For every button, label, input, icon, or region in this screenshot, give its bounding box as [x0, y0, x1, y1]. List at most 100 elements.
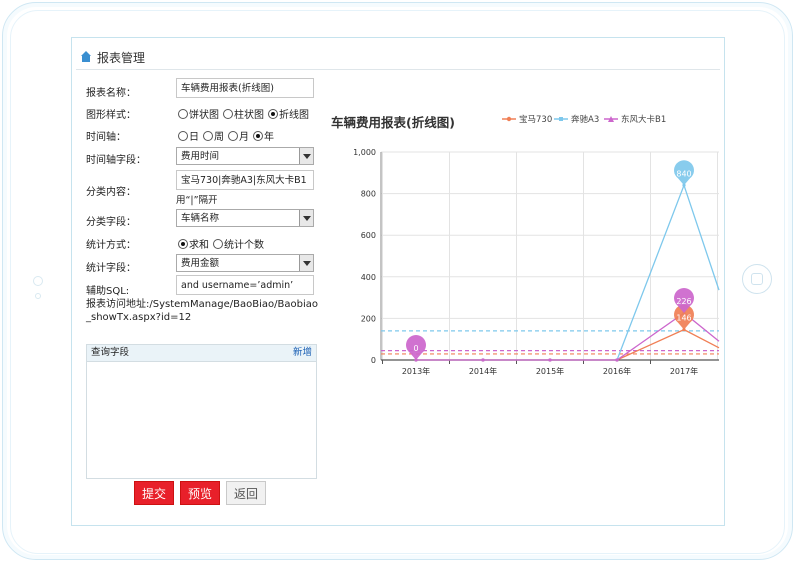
radio-year[interactable]: 年 — [253, 128, 274, 143]
add-query-field-link[interactable]: 新增 — [293, 345, 312, 361]
radio-month-label: 月 — [239, 132, 249, 143]
chart-style-radios: 饼状图 柱状图 折线图 — [178, 106, 309, 121]
chevron-down-icon[interactable] — [299, 210, 313, 226]
data-point — [481, 358, 485, 362]
radio-count[interactable]: 统计个数 — [213, 236, 264, 251]
y-tick-label: 0 — [371, 356, 376, 365]
query-fields-box: 查询字段 新增 — [86, 344, 317, 479]
stat-field-select[interactable]: 费用金额 — [176, 254, 314, 272]
radio-week[interactable]: 周 — [203, 128, 224, 143]
legend-label-1: 奔驰A3 — [571, 115, 600, 125]
radio-day-circle[interactable] — [178, 130, 188, 141]
sensor-dot — [35, 293, 41, 299]
query-fields-header: 查询字段 新增 — [87, 345, 316, 362]
radio-line[interactable]: 折线图 — [268, 106, 309, 121]
x-tick-label: 2016年 — [603, 366, 631, 376]
category-field-value: 车辆名称 — [181, 213, 220, 224]
time-field-label: 时间轴字段： — [86, 155, 146, 166]
y-tick-label: 600 — [361, 231, 376, 240]
aux-sql-label: 辅助SQL: — [86, 286, 130, 297]
chart-title: 车辆费用报表(折线图) — [331, 115, 455, 130]
category-content-hint: 用“|”隔开 — [176, 195, 218, 206]
aux-sql-input[interactable]: and username=’admin’ — [176, 275, 314, 295]
title-divider — [76, 69, 720, 70]
radio-sum-circle[interactable] — [178, 238, 188, 249]
radio-pie-label: 饼状图 — [189, 110, 219, 121]
stat-field-value: 费用金额 — [181, 258, 220, 269]
home-button[interactable] — [742, 264, 772, 294]
stat-method-label: 统计方式： — [86, 240, 136, 251]
radio-month[interactable]: 月 — [228, 128, 249, 143]
radio-pie-circle[interactable] — [178, 108, 188, 119]
radio-pie[interactable]: 饼状图 — [178, 106, 219, 121]
data-point — [548, 358, 552, 362]
radio-year-circle[interactable] — [253, 130, 263, 141]
category-content-label: 分类内容： — [86, 187, 136, 198]
min-marker-2-label: 0 — [413, 344, 418, 353]
x-tick-label: 2013年 — [402, 366, 430, 376]
report-url: 报表访问地址:/SystemManage/BaoBiao/Baobiao_sho… — [86, 298, 318, 324]
radio-line-label: 折线图 — [279, 110, 309, 121]
x-tick-label: 2017年 — [670, 366, 698, 376]
chart-style-label: 图形样式： — [86, 110, 136, 121]
legend-item-1[interactable]: 奔驰A3 — [554, 113, 599, 125]
radio-week-circle[interactable] — [203, 130, 213, 141]
radio-day-label: 日 — [189, 132, 199, 143]
data-point — [615, 358, 619, 362]
report-name-label: 报表名称： — [86, 88, 136, 99]
legend-item-2[interactable]: 东风大卡B1 — [604, 113, 666, 125]
legend-swatch-1 — [554, 117, 568, 121]
category-field-select[interactable]: 车辆名称 — [176, 209, 314, 227]
panel-title: 报表管理 — [97, 50, 146, 65]
legend-item-0[interactable]: 宝马730 — [502, 113, 552, 125]
legend-label-2: 东风大卡B1 — [621, 115, 667, 125]
max-marker-0-label: 146 — [676, 314, 691, 323]
time-field-value: 费用时间 — [181, 151, 220, 162]
stat-method-radios: 求和 统计个数 — [178, 236, 264, 251]
home-icon[interactable] — [80, 51, 92, 63]
radio-bar-label: 柱状图 — [234, 110, 264, 121]
submit-button[interactable]: 提交 — [134, 481, 174, 505]
radio-bar[interactable]: 柱状图 — [223, 106, 264, 121]
radio-sum-label: 求和 — [189, 240, 209, 251]
max-marker-1-label: 840 — [676, 169, 691, 178]
series-line-0 — [416, 328, 720, 361]
radio-line-circle[interactable] — [268, 108, 278, 119]
stat-field-label: 统计字段： — [86, 263, 136, 274]
query-fields-title: 查询字段 — [91, 347, 130, 358]
legend-swatch-2 — [604, 116, 618, 122]
radio-week-label: 周 — [214, 132, 224, 143]
radio-sum[interactable]: 求和 — [178, 236, 209, 251]
radio-year-label: 年 — [264, 132, 274, 143]
radio-count-label: 统计个数 — [224, 240, 264, 251]
panel-header: 报表管理 — [80, 48, 145, 66]
report-url-label: 报表访问地址: — [86, 299, 150, 310]
report-name-input[interactable]: 车辆费用报表(折线图) — [176, 78, 314, 98]
chevron-down-icon[interactable] — [299, 148, 313, 164]
time-axis-radios: 日 周 月 年 — [178, 128, 274, 143]
series-line-2 — [416, 312, 720, 361]
x-tick-label: 2015年 — [536, 366, 564, 376]
y-tick-label: 400 — [361, 273, 376, 282]
radio-month-circle[interactable] — [228, 130, 238, 141]
radio-day[interactable]: 日 — [178, 128, 199, 143]
legend-label-0: 宝马730 — [519, 115, 553, 125]
y-tick-label: 1,000 — [353, 148, 376, 157]
max-marker-2-label: 226 — [676, 297, 691, 306]
report-management-panel: 报表管理 报表名称： 车辆费用报表(折线图) 图形样式： 饼状图 柱状图 折线图… — [71, 37, 725, 526]
y-tick-label: 800 — [361, 190, 376, 199]
back-button[interactable]: 返回 — [226, 481, 266, 505]
camera-dot — [33, 276, 43, 286]
category-field-label: 分类字段： — [86, 217, 136, 228]
radio-count-circle[interactable] — [213, 238, 223, 249]
line-chart: 0 200 400 600 800 1,000 2013年 2014年 2015年 2016年 20… — [353, 148, 720, 376]
x-tick-label: 2014年 — [469, 366, 497, 376]
radio-bar-circle[interactable] — [223, 108, 233, 119]
time-axis-label: 时间轴： — [86, 132, 126, 143]
y-tick-label: 200 — [361, 314, 376, 323]
category-content-input[interactable]: 宝马730|奔驰A3|东风大卡B1 — [176, 170, 314, 190]
preview-button[interactable]: 预览 — [180, 481, 220, 505]
legend-swatch-0 — [502, 116, 516, 122]
chevron-down-icon[interactable] — [299, 255, 313, 271]
time-field-select[interactable]: 费用时间 — [176, 147, 314, 165]
